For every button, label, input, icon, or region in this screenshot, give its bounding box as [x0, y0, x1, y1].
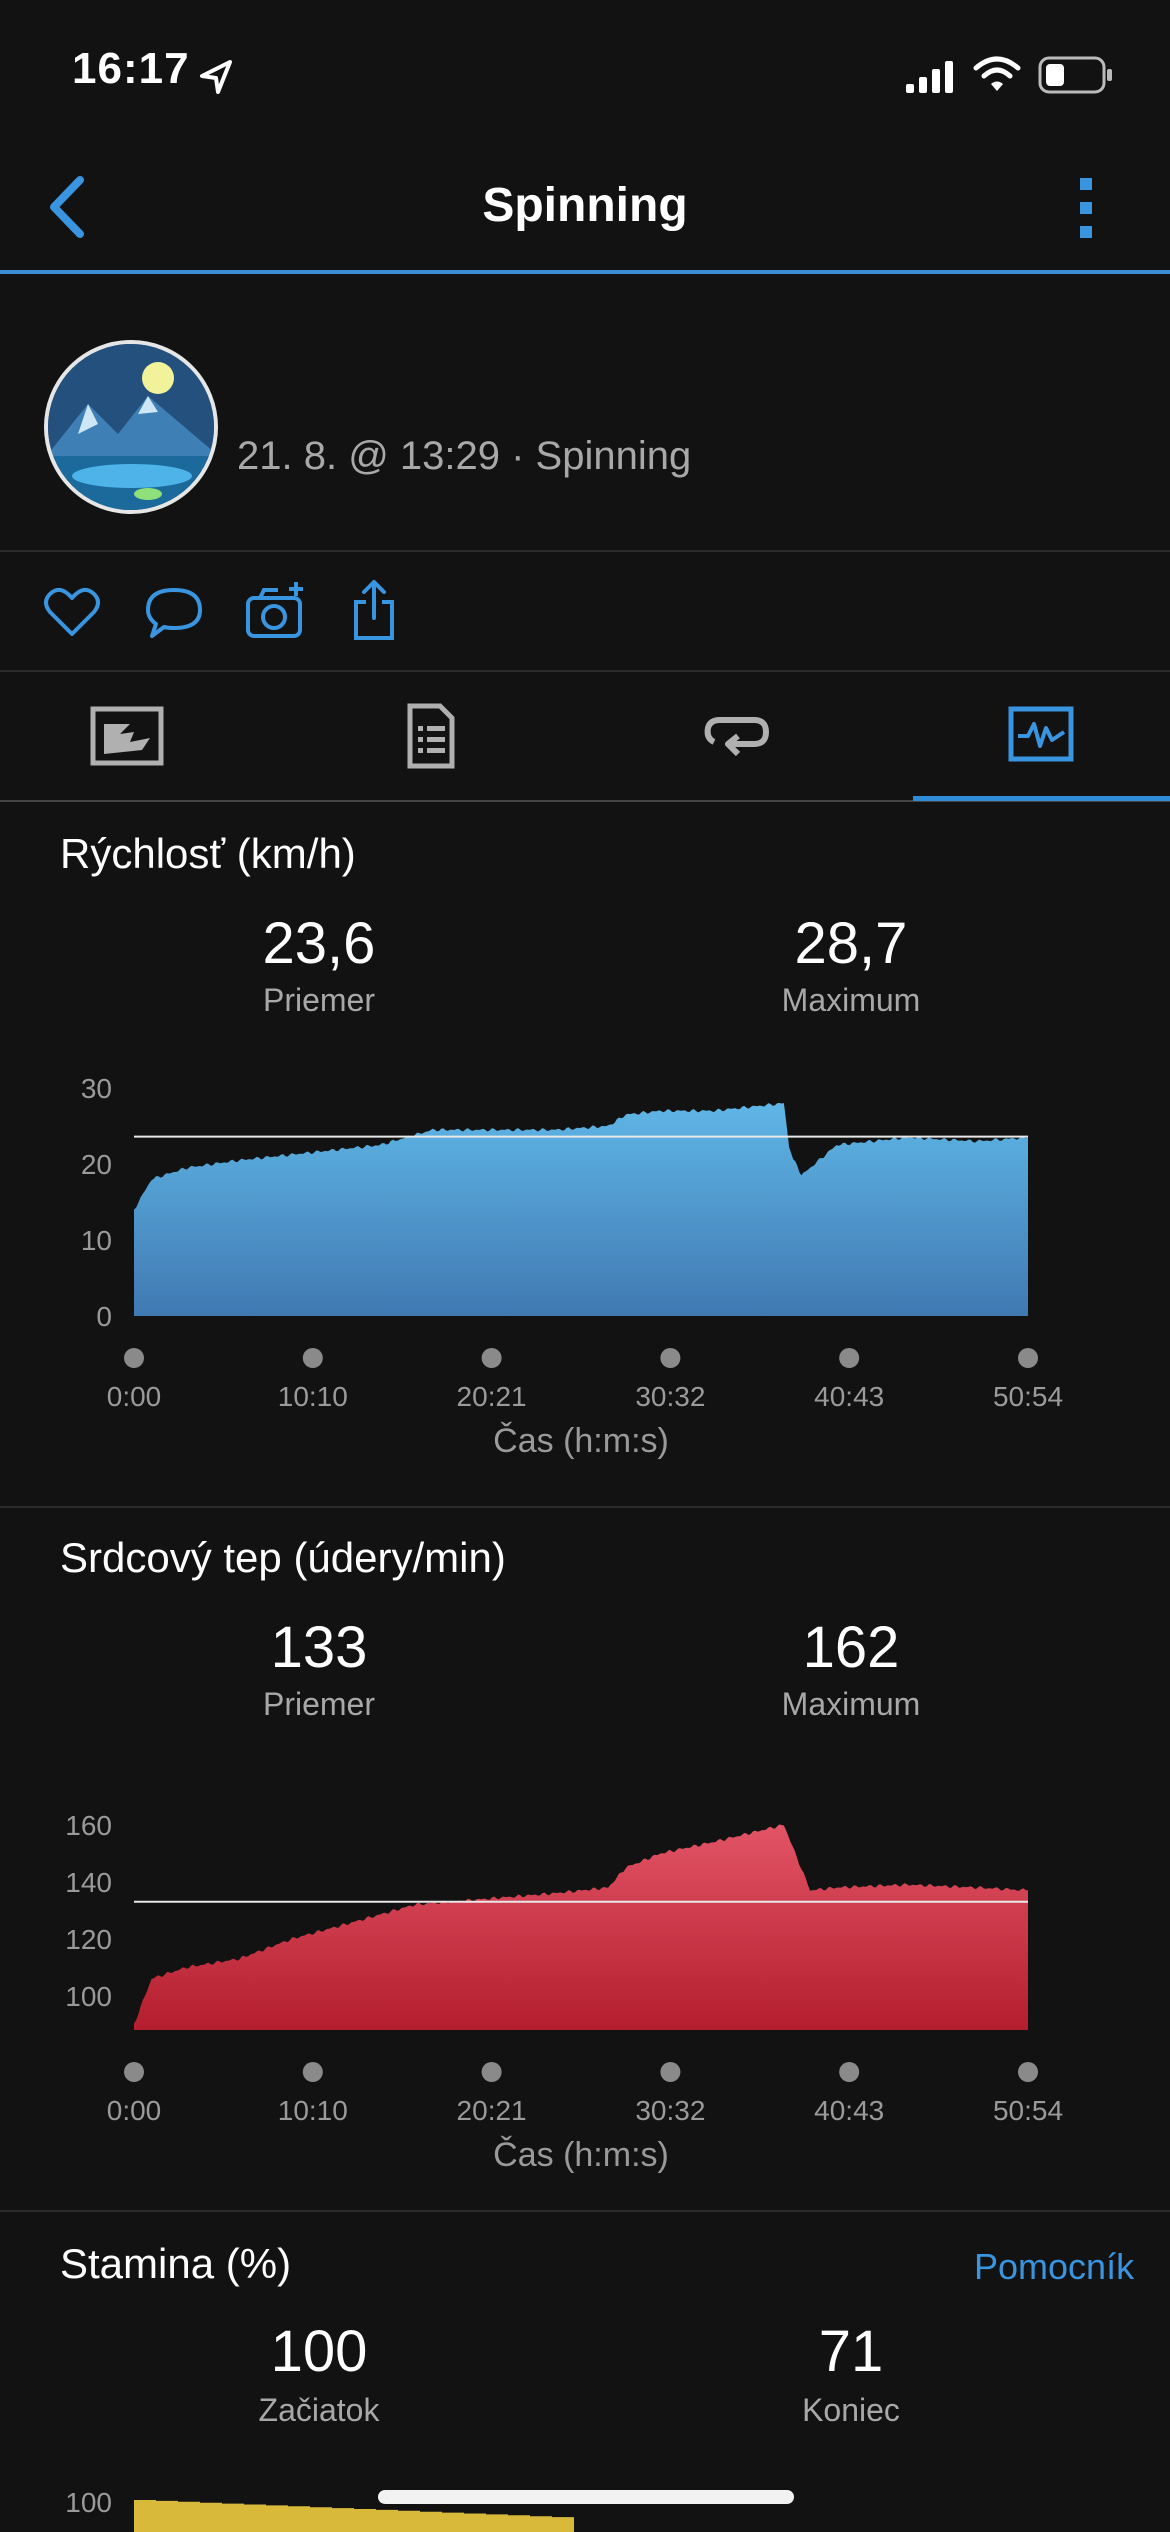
- stamina-start-value: 100: [270, 2319, 368, 2384]
- x-tick-label: 10:10: [278, 2095, 348, 2126]
- series-area: [134, 1103, 1028, 1316]
- y-tick-label: 0: [96, 1301, 112, 1332]
- y-tick-label: 20: [81, 1149, 112, 1180]
- x-tick-dot: [124, 2062, 144, 2082]
- y-tick-label: 30: [81, 1073, 112, 1104]
- x-tick-label: 30:32: [635, 2095, 705, 2126]
- divider: [0, 670, 1170, 672]
- speed-section-title: Rýchlosť (km/h): [60, 830, 356, 877]
- speed-max-value: 28,7: [794, 911, 908, 976]
- speed-max-label: Maximum: [781, 982, 921, 1018]
- battery-icon: [1038, 56, 1112, 94]
- x-axis-label: Čas (h:m:s): [493, 2136, 669, 2174]
- x-tick-dot: [1018, 2062, 1038, 2082]
- y-tick-label: 10: [81, 1225, 112, 1256]
- x-tick-dot: [660, 2062, 681, 2082]
- x-tick-dot: [660, 1348, 681, 1368]
- stamina-end-label: Koniec: [802, 2392, 900, 2428]
- tab-map-icon[interactable]: [90, 706, 164, 766]
- location-arrow-icon: [200, 60, 232, 94]
- y-tick-label: 120: [65, 1924, 112, 1955]
- x-tick-label: 30:32: [635, 1381, 705, 1412]
- more-options-icon[interactable]: [1070, 176, 1100, 242]
- x-tick-dot: [481, 1348, 502, 1368]
- divider: [0, 1506, 1170, 1508]
- x-tick-dot: [302, 1348, 323, 1368]
- home-indicator: [378, 2490, 794, 2504]
- x-tick-label: 40:43: [814, 1381, 884, 1412]
- tab-charts-icon[interactable]: [1008, 706, 1074, 762]
- x-axis-label: Čas (h:m:s): [493, 1422, 669, 1460]
- x-tick-label: 20:21: [457, 1381, 527, 1412]
- x-tick-label: 50:54: [993, 2095, 1063, 2126]
- cellular-signal-icon: [906, 61, 953, 93]
- x-tick-dot: [1018, 1348, 1038, 1368]
- y-tick-label: 100: [65, 1981, 112, 2012]
- speed-chart: 0 10 20 30 0:00 10:10 20:21 30:32 40:43 50:54 Čas …: [81, 1073, 1063, 1460]
- stamina-start-label: Začiatok: [258, 2392, 380, 2428]
- stamina-area: [134, 2500, 574, 2532]
- activity-meta: 21. 8. @ 13:29 · Spinning: [237, 434, 692, 478]
- like-heart-icon[interactable]: [42, 584, 102, 640]
- heart-average-value: 133: [270, 1615, 368, 1680]
- x-tick-dot: [839, 2062, 860, 2082]
- x-tick-label: 50:54: [993, 1381, 1063, 1412]
- heart-average-label: Priemer: [262, 1686, 375, 1722]
- y-tick-label: 100: [65, 2487, 112, 2518]
- divider: [0, 2210, 1170, 2212]
- x-tick-dot: [302, 2062, 323, 2082]
- x-tick-label: 40:43: [814, 2095, 884, 2126]
- speed-average-value: 23,6: [262, 911, 376, 976]
- stamina-section-title: Stamina (%): [60, 2240, 292, 2287]
- heart-section-title: Srdcový tep (údery/min): [60, 1534, 506, 1581]
- tab-details-icon[interactable]: [406, 702, 456, 770]
- stamina-helper-link[interactable]: Pomocník: [974, 2246, 1134, 2288]
- y-tick-label: 140: [65, 1867, 112, 1898]
- page-title: Spinning: [482, 179, 688, 232]
- x-tick-dot: [124, 1348, 144, 1368]
- x-tick-label: 0:00: [107, 2095, 162, 2126]
- heart-max-value: 162: [802, 1615, 900, 1680]
- heart-max-label: Maximum: [781, 1686, 921, 1722]
- status-time: 16:17: [72, 44, 190, 93]
- tab-laps-icon[interactable]: [702, 712, 772, 762]
- share-icon[interactable]: [350, 578, 398, 644]
- wifi-icon: [973, 56, 1021, 91]
- avatar-landscape-image: [48, 344, 214, 510]
- y-tick-label: 160: [65, 1810, 112, 1841]
- tab-active-indicator: [913, 796, 1170, 801]
- x-tick-label: 20:21: [457, 2095, 527, 2126]
- x-tick-label: 10:10: [278, 1381, 348, 1412]
- avatar[interactable]: [44, 340, 218, 514]
- speed-average-label: Priemer: [262, 982, 375, 1018]
- stamina-end-value: 71: [818, 2319, 884, 2384]
- x-tick-label: 0:00: [107, 1381, 162, 1412]
- comment-bubble-icon[interactable]: [144, 584, 204, 640]
- add-photo-camera-icon[interactable]: [244, 580, 308, 642]
- heart-rate-chart: 100 120 140 160 0:00 10:10 20:21 30:32 40:43 50:5…: [65, 1810, 1063, 2174]
- x-tick-dot: [839, 1348, 860, 1368]
- x-tick-dot: [481, 2062, 502, 2082]
- series-area: [134, 1824, 1028, 2030]
- header-divider: [0, 270, 1170, 274]
- divider: [0, 550, 1170, 552]
